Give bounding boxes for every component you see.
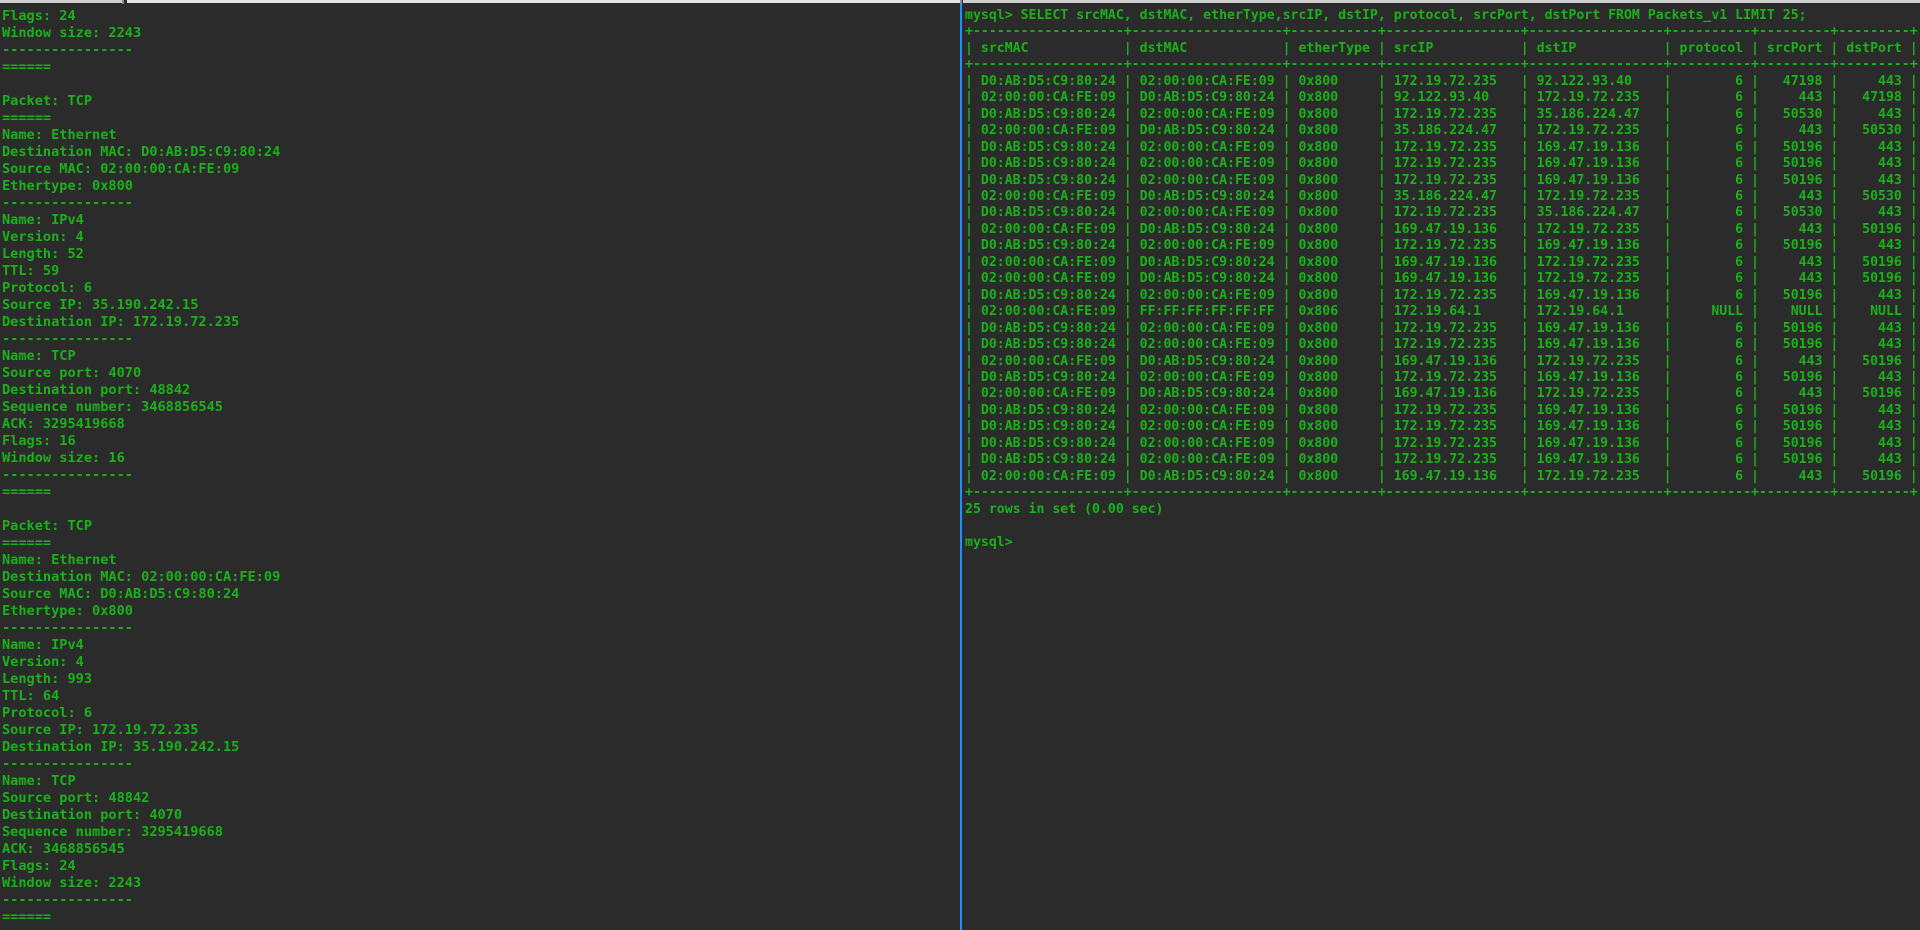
terminal-window: Flags: 24 Window size: 2243 ------------…: [0, 0, 1920, 930]
chrome-tab-center[interactable]: [127, 0, 960, 3]
pane-packet-decoder[interactable]: Flags: 24 Window size: 2243 ------------…: [0, 4, 960, 930]
chrome-tab-left[interactable]: [0, 0, 122, 3]
pane-mysql-client[interactable]: mysql> SELECT srcMAC, dstMAC, etherType,…: [962, 4, 1920, 930]
packet-decoder-text: Flags: 24 Window size: 2243 ------------…: [2, 8, 281, 925]
chrome-tab-right[interactable]: [963, 0, 1920, 3]
mysql-output-text: mysql> SELECT srcMAC, dstMAC, etherType,…: [965, 8, 1918, 550]
